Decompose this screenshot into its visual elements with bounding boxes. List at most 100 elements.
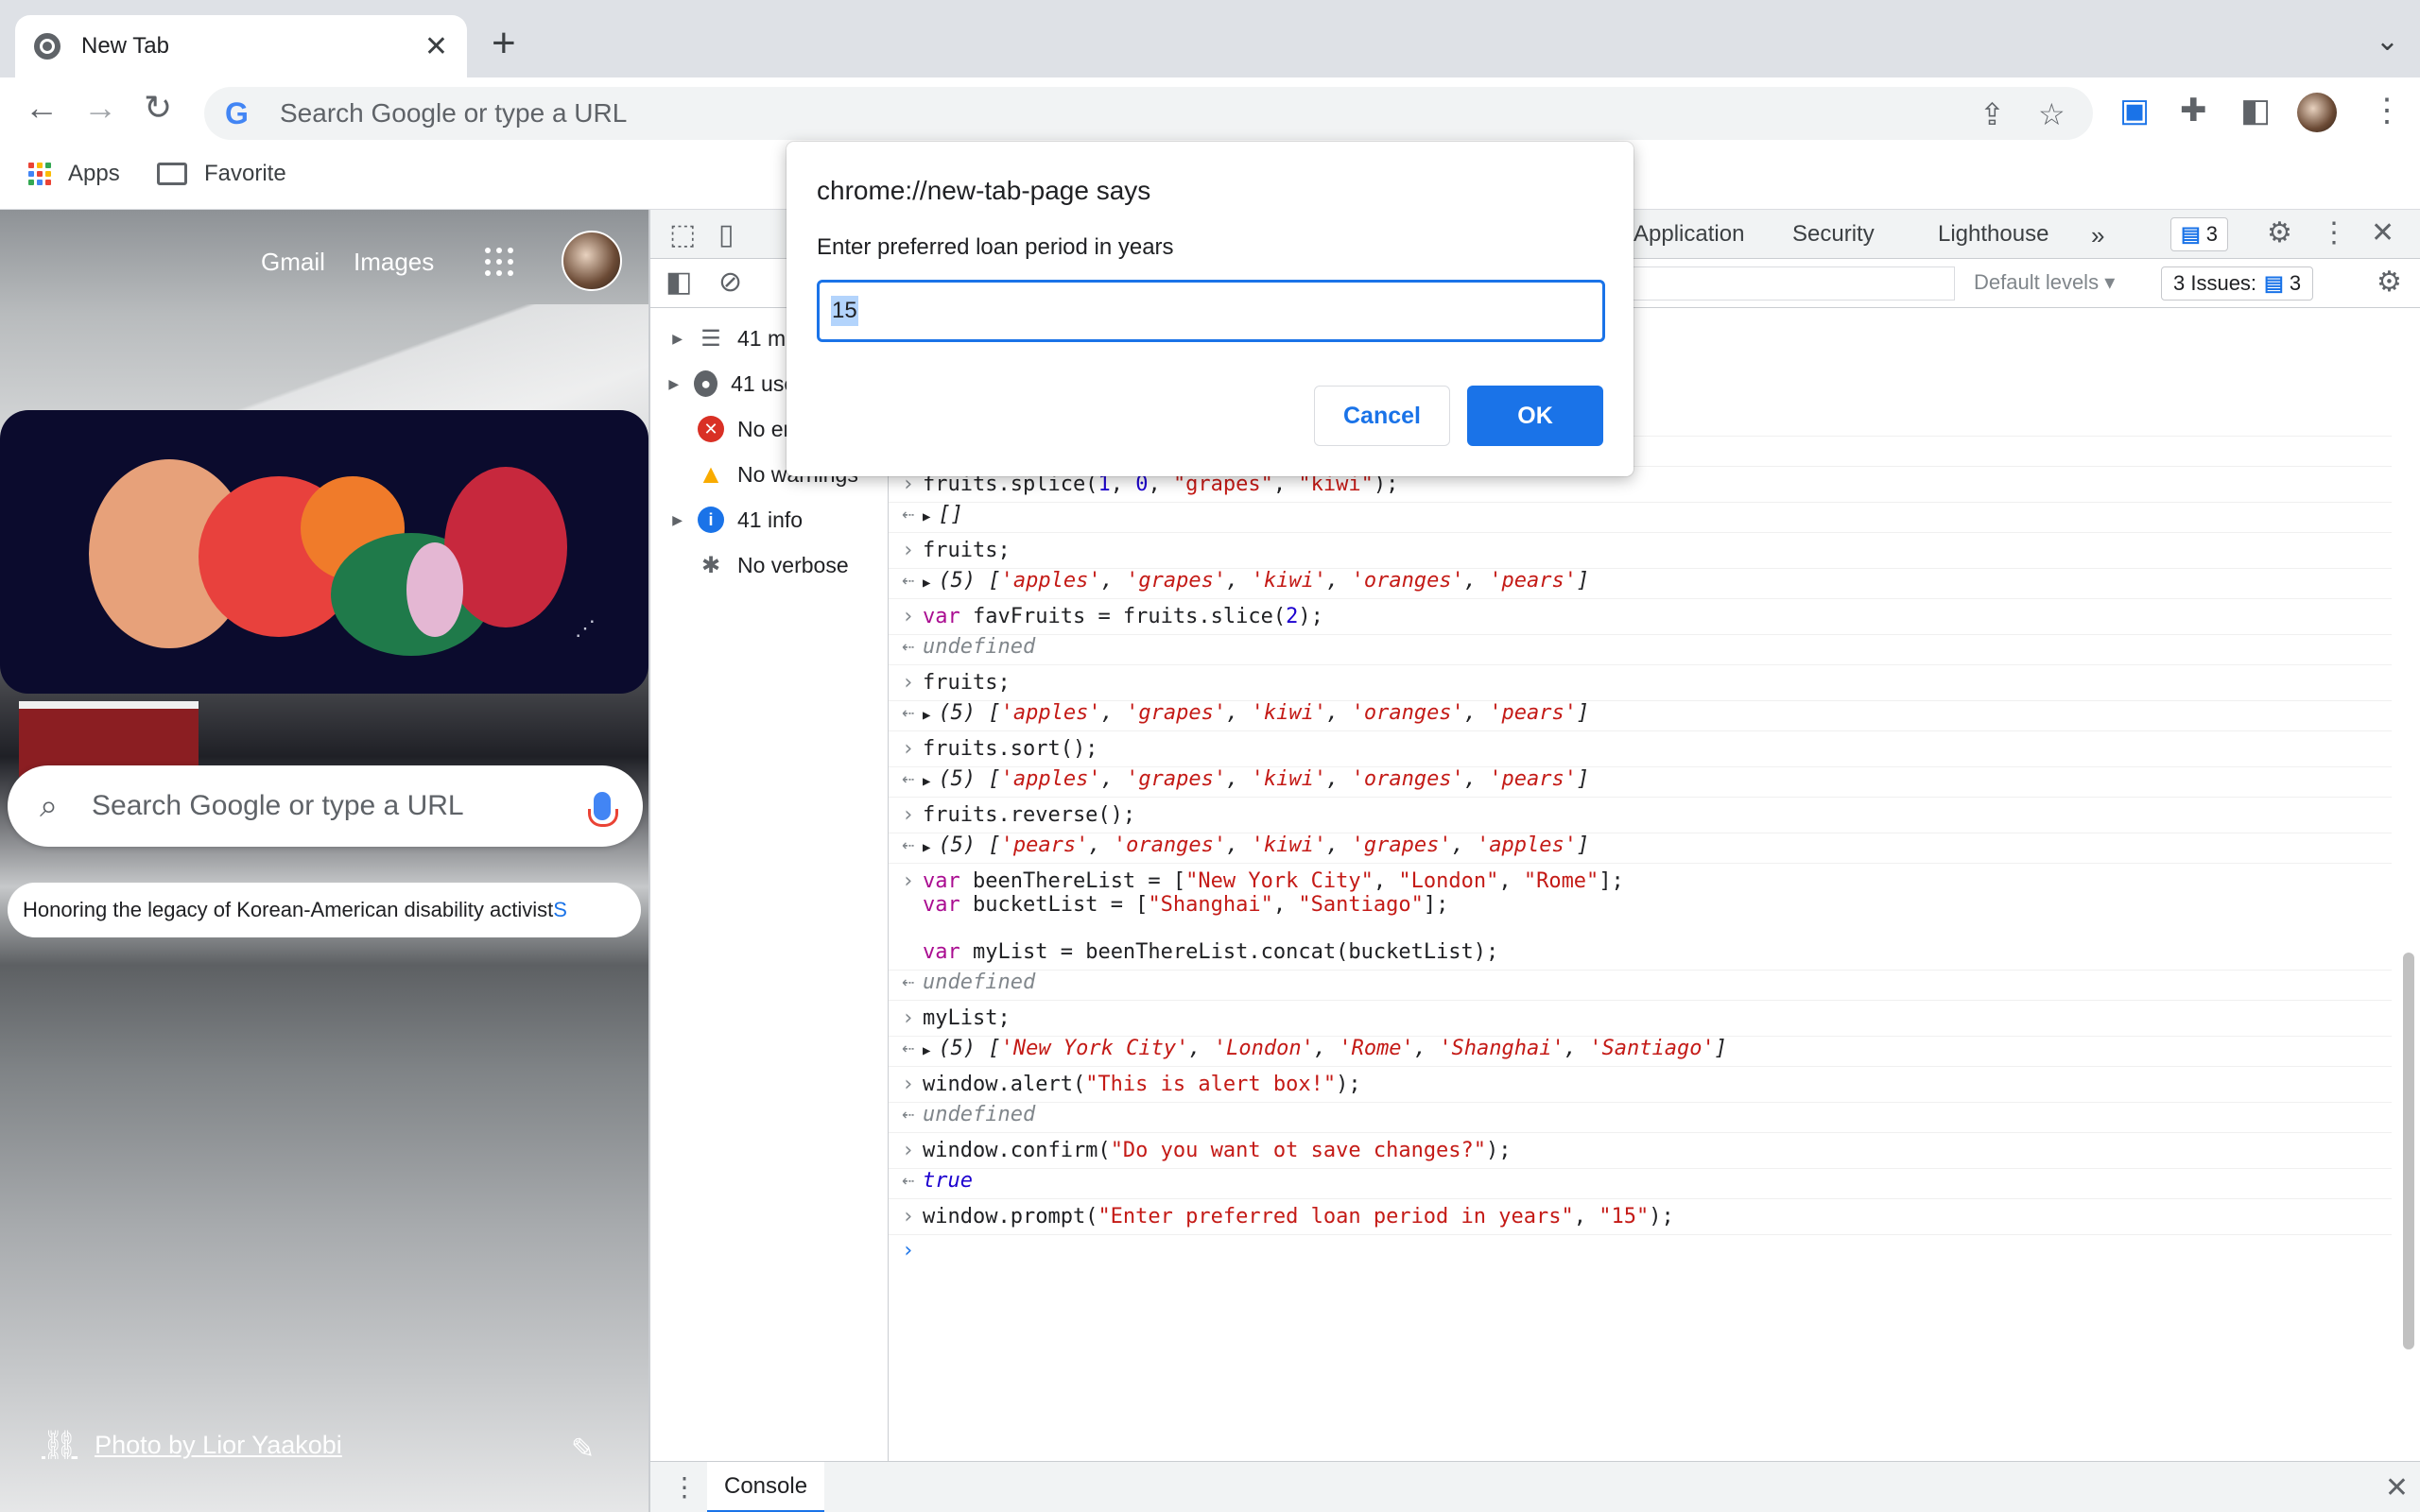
back-icon[interactable]: ← bbox=[25, 91, 59, 125]
console-line-text: myList; bbox=[923, 1006, 1011, 1030]
devtools-drawer: ⋮ Console ✕ bbox=[650, 1461, 2420, 1512]
doodle-share-icon[interactable]: ⋰ bbox=[575, 616, 596, 641]
devtools-menu-icon[interactable]: ⋮ bbox=[2320, 219, 2348, 248]
forward-icon[interactable]: → bbox=[83, 91, 117, 125]
drawer-tab-console[interactable]: Console bbox=[707, 1462, 825, 1512]
console-result-line[interactable]: ⇠ ▶ (5) ['apples', 'grapes', 'kiwi', 'oran… bbox=[889, 767, 2392, 798]
console-input-line[interactable]: › fruits.splice(1, 0, "grapes", "kiwi"); bbox=[889, 472, 2392, 503]
bookmark-apps[interactable]: Apps bbox=[28, 161, 120, 187]
console-line-text: ▶[] bbox=[923, 503, 963, 526]
settings-gear-icon[interactable]: ⚙ bbox=[2267, 219, 2292, 248]
console-result-line[interactable]: ⇠ ▶ (5) ['apples', 'grapes', 'kiwi', 'oran… bbox=[889, 569, 2392, 599]
ntp-profile-avatar[interactable] bbox=[562, 231, 622, 291]
log-levels-dropdown[interactable]: Default levels ▾ bbox=[1974, 270, 2115, 295]
tab-application[interactable]: Application bbox=[1634, 221, 1744, 248]
warning-icon: ▲ bbox=[698, 459, 724, 489]
customize-pencil-icon[interactable]: ✎ bbox=[571, 1433, 595, 1466]
close-drawer-icon[interactable]: ✕ bbox=[2385, 1471, 2409, 1504]
profile-avatar[interactable] bbox=[2297, 93, 2337, 132]
console-input-line[interactable]: › var favFruits = fruits.slice(2); bbox=[889, 605, 2392, 635]
result-arrow-icon: ⇠ bbox=[902, 767, 915, 791]
new-tab-button[interactable]: + bbox=[492, 23, 516, 64]
clear-console-icon[interactable]: ⊘ bbox=[718, 268, 742, 297]
console-result-line[interactable]: ⇠ ▶ (5) ['pears', 'oranges', 'kiwi', 'grap… bbox=[889, 833, 2392, 864]
omnibox-placeholder: Search Google or type a URL bbox=[280, 98, 628, 128]
issues-button[interactable]: 3 Issues: ▤ 3 bbox=[2161, 266, 2314, 301]
console-scrollbar[interactable] bbox=[2403, 953, 2414, 1349]
console-result-line[interactable]: ⇠ ▶ (5) ['New York City', 'London', 'Rome'… bbox=[889, 1037, 2392, 1067]
device-toolbar-icon[interactable]: ▯ bbox=[718, 221, 735, 249]
console-line-text: fruits; bbox=[923, 671, 1011, 695]
input-chevron-icon: › bbox=[902, 605, 915, 628]
console-result-line[interactable]: ⇠ true bbox=[889, 1169, 2392, 1199]
console-input-line[interactable]: › window.alert("This is alert box!"); bbox=[889, 1073, 2392, 1103]
menu-kebab-icon[interactable]: ⋮ bbox=[2371, 94, 2403, 127]
google-apps-icon[interactable] bbox=[485, 248, 513, 276]
more-tabs-chevron-icon[interactable]: » bbox=[2091, 221, 2104, 250]
tab-lighthouse[interactable]: Lighthouse bbox=[1938, 221, 2048, 248]
console-sidebar: ▶ ☰ 41 messages ▶ ● 41 user messages ✕ N… bbox=[650, 308, 889, 1461]
doodle-caption-text: Honoring the legacy of Korean-American d… bbox=[23, 898, 554, 921]
user-icon: ● bbox=[694, 370, 718, 397]
cancel-button[interactable]: Cancel bbox=[1314, 386, 1450, 446]
console-prompt-caret[interactable]: › bbox=[902, 1239, 914, 1263]
console-input-line[interactable]: › fruits; bbox=[889, 539, 2392, 569]
console-settings-icon[interactable]: ⚙ bbox=[2377, 268, 2402, 297]
bookmark-apps-label: Apps bbox=[68, 161, 120, 186]
ntp-search-box[interactable]: ⌕ Search Google or type a URL bbox=[8, 765, 643, 847]
messages-badge[interactable]: ▤ 3 bbox=[2170, 217, 2229, 251]
photo-credit-link[interactable]: ⛓ Photo by Lior Yaakobi bbox=[42, 1429, 342, 1462]
microphone-icon[interactable] bbox=[588, 792, 618, 827]
console-line-text: ▶ (5) ['apples', 'grapes', 'kiwi', 'orang… bbox=[923, 767, 1590, 791]
inspect-element-icon[interactable]: ⬚ bbox=[669, 221, 696, 249]
omnibox[interactable]: G Search Google or type a URL ⇪ ☆ bbox=[204, 87, 2093, 140]
bookmark-favorite[interactable]: Favorite bbox=[157, 161, 286, 187]
console-result-line[interactable]: ⇠ ▶[] bbox=[889, 503, 2392, 533]
console-input-line[interactable]: › window.confirm("Do you want ot save cha… bbox=[889, 1139, 2392, 1169]
error-icon: ✕ bbox=[698, 416, 724, 442]
gmail-link[interactable]: Gmail bbox=[261, 248, 325, 277]
toggle-sidebar-icon[interactable]: ◧ bbox=[666, 268, 692, 297]
dialog-message: Enter preferred loan period in years bbox=[817, 234, 1174, 260]
reload-icon[interactable]: ↻ bbox=[144, 91, 172, 125]
close-devtools-icon[interactable]: ✕ bbox=[2371, 219, 2394, 248]
doodle-caption-link[interactable]: S bbox=[553, 898, 567, 922]
console-line-text: var favFruits = fruits.slice(2); bbox=[923, 605, 1323, 628]
ok-button[interactable]: OK bbox=[1467, 386, 1603, 446]
side-panel-icon[interactable]: ◧ bbox=[2240, 94, 2271, 127]
console-line-text: undefined bbox=[923, 971, 1036, 994]
console-input-line[interactable]: › fruits.sort(); bbox=[889, 737, 2392, 767]
dialog-input[interactable]: 15 bbox=[817, 280, 1605, 342]
tab-new-tab[interactable]: New Tab ✕ bbox=[15, 15, 467, 77]
console-result-line[interactable]: ⇠ ▶ (5) ['apples', 'grapes', 'kiwi', 'oran… bbox=[889, 701, 2392, 731]
share-icon[interactable]: ⇪ bbox=[1979, 96, 2005, 132]
link-icon: ⛓ bbox=[42, 1430, 78, 1461]
close-tab-icon[interactable]: ✕ bbox=[424, 30, 448, 63]
tab-security[interactable]: Security bbox=[1792, 221, 1875, 248]
sidebar-item-verbose[interactable]: ✱ No verbose bbox=[650, 542, 889, 588]
console-input-line[interactable]: › var beenThereList = ["New York City", "… bbox=[889, 869, 2392, 971]
images-link[interactable]: Images bbox=[354, 248, 434, 277]
sidebar-item-info[interactable]: ▶ i 41 info bbox=[650, 497, 889, 542]
extension-s-icon[interactable]: ▣ bbox=[2119, 94, 2150, 127]
console-line-text: undefined bbox=[923, 1103, 1036, 1126]
console-input-line[interactable]: › window.prompt("Enter preferred loan per… bbox=[889, 1205, 2392, 1235]
console-input-line[interactable]: › fruits; bbox=[889, 671, 2392, 701]
extensions-puzzle-icon[interactable]: ✚ bbox=[2180, 94, 2207, 127]
console-result-line[interactable]: ⇠ undefined bbox=[889, 1103, 2392, 1133]
console-filter-input[interactable] bbox=[1594, 266, 1955, 301]
message-icon: ▤ bbox=[2181, 222, 2201, 246]
console-line-text: fruits.sort(); bbox=[923, 737, 1098, 761]
console-input-line[interactable]: › myList; bbox=[889, 1006, 2392, 1037]
console-output[interactable]: ›fruits;⇠▶(3) ['apples', 'oranges', 'pea… bbox=[889, 308, 2420, 1461]
console-result-line[interactable]: ⇠ undefined bbox=[889, 635, 2392, 665]
issues-count: 3 bbox=[2289, 271, 2302, 295]
apps-grid-icon bbox=[28, 163, 51, 185]
google-doodle[interactable] bbox=[0, 410, 648, 694]
drawer-menu-icon[interactable]: ⋮ bbox=[671, 1471, 698, 1503]
console-input-line[interactable]: › fruits.reverse(); bbox=[889, 803, 2392, 833]
tab-search-chevron-icon[interactable]: ⌄ bbox=[2376, 25, 2399, 58]
doodle-caption[interactable]: Honoring the legacy of Korean-American d… bbox=[8, 883, 641, 937]
bookmark-star-icon[interactable]: ☆ bbox=[2038, 96, 2066, 132]
console-result-line[interactable]: ⇠ undefined bbox=[889, 971, 2392, 1001]
